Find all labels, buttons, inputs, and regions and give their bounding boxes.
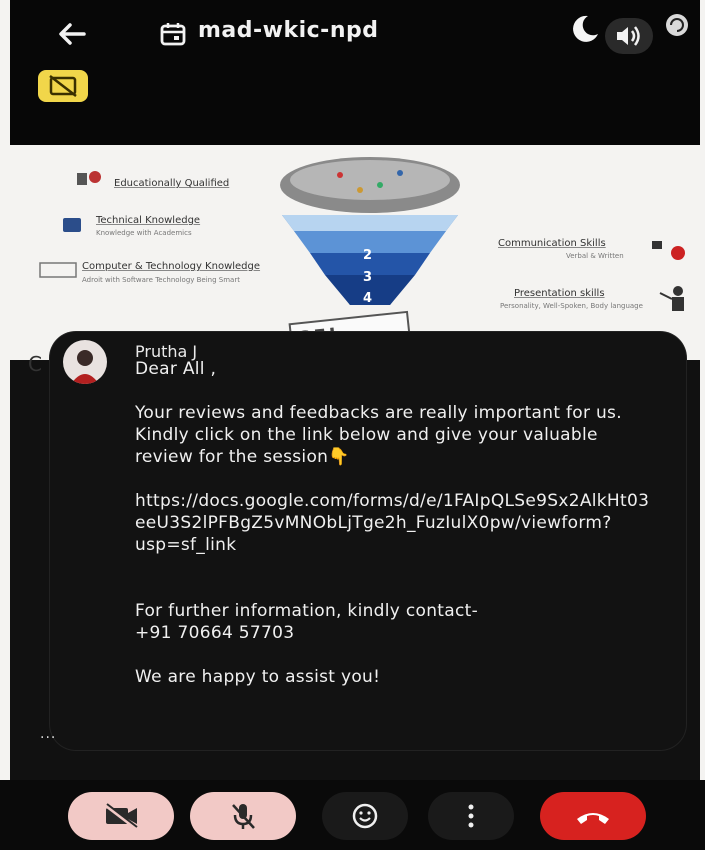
end-call-icon — [577, 813, 609, 824]
funnel-step-number: 3 — [363, 270, 373, 285]
calendar-icon — [160, 22, 186, 46]
graduation-icon — [77, 171, 101, 185]
slide-item-label: Educationally Qualified — [114, 178, 230, 189]
more-vert-icon — [468, 804, 474, 828]
end-call-button[interactable] — [540, 792, 646, 840]
captions-off-badge[interactable] — [38, 70, 88, 102]
rotate-icon[interactable] — [662, 10, 692, 40]
edge-letter: C — [28, 352, 42, 376]
funnel-step-number: 2 — [363, 248, 373, 263]
communication-icon — [652, 241, 685, 260]
more-options-button[interactable] — [428, 792, 514, 840]
mic-off-icon — [232, 804, 255, 829]
slide-item-sub: Verbal & Written — [566, 252, 624, 260]
computer-icon — [39, 262, 77, 278]
captions-off-icon — [49, 75, 77, 97]
message-text[interactable]: Dear All , Your reviews and feedbacks ar… — [135, 358, 655, 688]
speaker-button[interactable] — [605, 18, 653, 54]
slide-item-label: Technical Knowledge — [96, 215, 201, 226]
slide-item-label: Communication Skills — [498, 238, 606, 249]
slide-item-sub: Personality, Well-Spoken, Body language — [500, 302, 643, 310]
back-button[interactable] — [52, 18, 92, 50]
presenter-icon — [659, 286, 684, 311]
edge-dots: ... — [40, 726, 57, 742]
camera-toggle-button[interactable] — [68, 792, 174, 840]
tech-icon — [63, 218, 81, 232]
mic-toggle-button[interactable] — [190, 792, 296, 840]
slide-item-sub: Knowledge with Academics — [96, 229, 192, 237]
meeting-code[interactable]: mad-wkic-npd — [198, 18, 378, 43]
camera-off-icon — [104, 803, 138, 830]
moon-icon[interactable] — [568, 12, 602, 46]
emoji-icon — [352, 803, 378, 829]
shared-slide: Educationally Qualified Technical Knowle… — [0, 145, 705, 360]
back-arrow-icon — [59, 23, 86, 45]
slide-item-sub: Adroit with Software Technology Being Sm… — [82, 276, 240, 284]
speaker-icon — [617, 26, 640, 46]
reactions-button[interactable] — [322, 792, 408, 840]
slide-item-label: Computer & Technology Knowledge — [82, 261, 261, 272]
slide-item-label: Presentation skills — [514, 288, 605, 299]
avatar — [63, 340, 107, 384]
funnel-step-number: 4 — [363, 291, 373, 306]
